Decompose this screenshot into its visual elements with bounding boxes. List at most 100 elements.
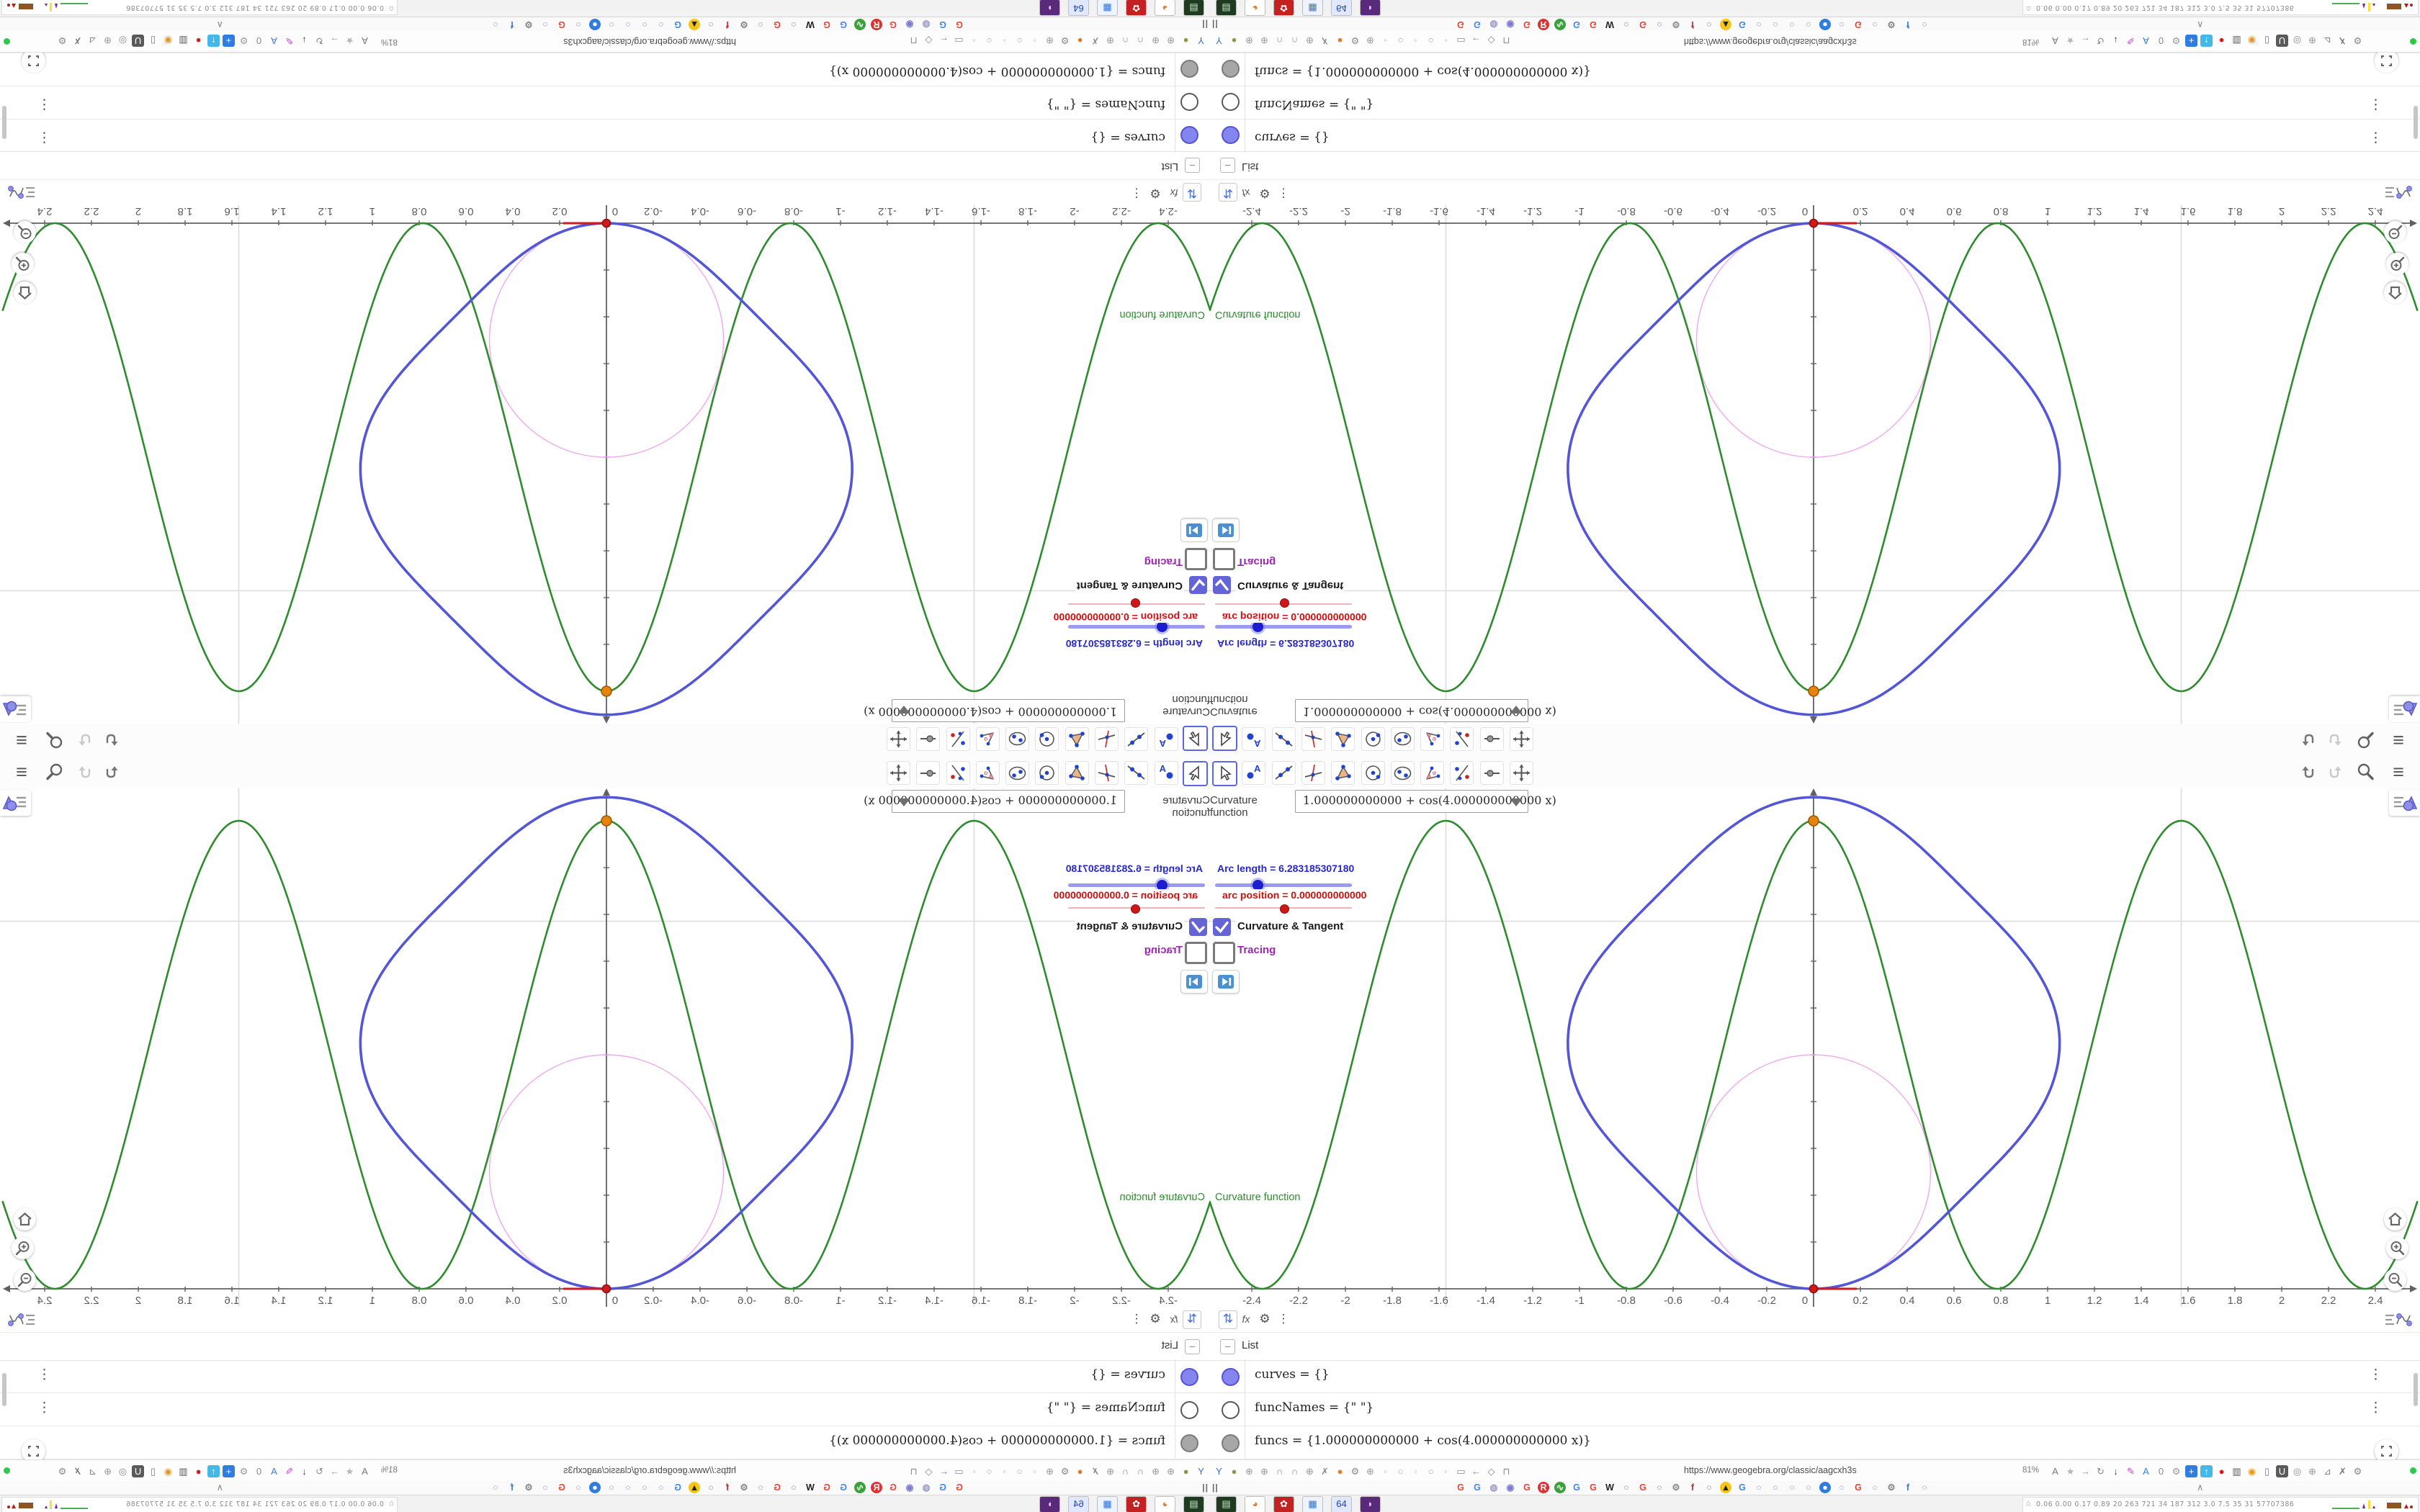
extension-icon[interactable]: A	[268, 35, 280, 48]
browser-icon[interactable]: ⊕	[1150, 35, 1162, 48]
browser-icon[interactable]: ⊓	[1500, 35, 1512, 48]
algebra-row[interactable]: curves = {} ⋮	[0, 119, 1210, 153]
browser-icon[interactable]: ⊕	[1304, 35, 1316, 48]
taskbar-app-button[interactable]: 64	[1068, 0, 1089, 16]
algebra-row[interactable]: funcs = {1.000000000000 + cos(4.00000000…	[0, 1426, 1210, 1459]
taskbar-app-button[interactable]: ◗	[1360, 1496, 1381, 1512]
bookmark-favicon[interactable]: f	[1687, 1482, 1698, 1493]
browser-icon[interactable]: ⊕	[1304, 1465, 1316, 1477]
bookmark-favicon[interactable]: G	[672, 19, 684, 30]
bookmark-favicons[interactable]: G G ◍ ◉ G R ∿ G G W ○ G ○ ⚙ f ○ ▲ G ○ ○ ○ ○ ● ○ G ○ ⚙ f ○	[1455, 1482, 1930, 1493]
extension-icon[interactable]: ✗	[2336, 1465, 2349, 1477]
extension-icon[interactable]: ⊿	[86, 35, 99, 48]
browser-left-icons[interactable]: Y ● ⊕ ⊕ ∩ ∩ ⊕ ✗ ● ⚙ ⊕ ◦ ○ ◦ ○ ◦ ▭ ← ◇ ⊓	[1213, 30, 1512, 52]
bookmark-favicon[interactable]: ○	[573, 19, 584, 30]
bookmark-favicon[interactable]: G	[838, 19, 849, 30]
search-icon[interactable]	[45, 762, 65, 782]
tool-reflect[interactable]	[1450, 727, 1474, 751]
zoom-out-button[interactable]	[2384, 1269, 2406, 1291]
extension-icon[interactable]: ◉	[2246, 35, 2258, 48]
bookmark-favicon[interactable]: ◉	[1505, 19, 1516, 30]
browser-icon[interactable]: ⊕	[1165, 35, 1177, 48]
extension-icon[interactable]: ▯	[147, 35, 159, 48]
browser-icon[interactable]: ⊓	[1500, 1465, 1512, 1477]
extension-icon[interactable]: ⚙	[56, 35, 68, 48]
gear-icon[interactable]: ⚙	[1147, 184, 1164, 202]
bookmarks-overflow-icon[interactable]: ∧	[2197, 1482, 2204, 1493]
search-icon[interactable]	[2355, 762, 2375, 782]
browser-icon[interactable]: ●	[1228, 35, 1240, 48]
bookmark-favicon[interactable]: G	[1736, 1482, 1748, 1493]
browser-icon[interactable]: ○	[983, 1465, 995, 1477]
browser-icon[interactable]: ←	[938, 1465, 950, 1477]
function-input-box[interactable]: 1.000000000000 + cos(4.000000000000 x)	[1295, 699, 1556, 722]
bookmark-favicon[interactable]: ◍	[920, 1482, 932, 1493]
browser-icon[interactable]: ✗	[1319, 35, 1331, 48]
extension-icons[interactable]: A ★ → ↻ ↓ ✎ A 0 ⚙ + ↑ ● ▥ ◉ ▯ U ◎ ⊕ ⊿ ✗ ⚙	[2049, 1460, 2364, 1482]
arc-length-slider[interactable]	[1068, 625, 1205, 629]
bookmark-favicon[interactable]: f	[722, 1482, 733, 1493]
bookmark-favicon[interactable]: W	[805, 1482, 816, 1493]
bookmark-favicon[interactable]: R	[871, 1482, 882, 1493]
extension-icon[interactable]: ⊿	[86, 1465, 99, 1477]
bookmark-favicon[interactable]: ○	[655, 1482, 667, 1493]
kebab-icon[interactable]: ⋮	[1275, 1310, 1292, 1328]
taskbar-app-button[interactable]: ◕	[1245, 0, 1265, 16]
tool-perpendicular[interactable]	[1095, 761, 1119, 785]
visibility-marble[interactable]	[1222, 1434, 1240, 1452]
kebab-icon[interactable]: ⋮	[1128, 184, 1145, 202]
browser-icon[interactable]: ←	[1470, 1465, 1482, 1477]
sort-icon[interactable]: ⇅	[1183, 183, 1201, 202]
browser-zoom-label[interactable]: 81%	[381, 1466, 398, 1475]
taskbar-app-button[interactable]: ✿	[1126, 1496, 1147, 1512]
home-button[interactable]	[2384, 1208, 2406, 1230]
tool-line[interactable]	[1124, 761, 1149, 785]
bookmark-favicon[interactable]: G	[1471, 19, 1483, 30]
tool-move-view[interactable]	[887, 727, 910, 751]
fx-icon[interactable]: fx	[1237, 1310, 1255, 1328]
bookmark-favicon[interactable]: ○	[1770, 1482, 1781, 1493]
bookmark-favicon[interactable]: G	[1852, 1482, 1864, 1493]
taskbar-app-button[interactable]: ◕	[1155, 0, 1175, 16]
redo-button[interactable]	[2323, 762, 2344, 782]
extension-icon[interactable]: ✎	[283, 1465, 295, 1477]
bookmark-favicon[interactable]: ⚙	[1670, 19, 1682, 30]
zoom-in-button[interactable]	[2386, 253, 2408, 275]
tool-slider[interactable]	[916, 727, 941, 751]
undo-button[interactable]	[2300, 730, 2320, 750]
extension-icon[interactable]: ●	[192, 1465, 205, 1477]
bookmark-favicon[interactable]: R	[871, 19, 882, 30]
browser-icon[interactable]: ⚙	[1349, 35, 1361, 48]
browser-icon[interactable]: ▭	[1455, 35, 1467, 48]
tool-circle[interactable]	[1035, 727, 1059, 751]
bookmark-favicon[interactable]: G	[887, 19, 899, 30]
bookmark-favicon[interactable]: ▲	[1720, 1482, 1731, 1493]
browser-icon[interactable]: ✗	[1089, 35, 1101, 48]
tool-perpendicular[interactable]	[1095, 727, 1119, 751]
row-menu-kebab[interactable]: ⋮	[37, 1400, 51, 1416]
browser-icon[interactable]: Y	[1213, 35, 1225, 48]
bookmark-favicon[interactable]: ○	[639, 1482, 650, 1493]
extension-icon[interactable]: A	[2140, 1465, 2152, 1477]
dropdown-caret-icon[interactable]	[1510, 798, 1523, 806]
bookmark-favicon[interactable]: f	[506, 19, 518, 30]
visibility-marble[interactable]	[1180, 126, 1198, 144]
bookmark-favicon[interactable]: ●	[1819, 1482, 1831, 1493]
bookmark-favicon[interactable]: G	[937, 19, 949, 30]
browser-icon[interactable]: ○	[1394, 35, 1407, 48]
browser-icon[interactable]: ●	[1074, 1465, 1086, 1477]
browser-icon[interactable]: ⊕	[1364, 1465, 1376, 1477]
bookmark-favicon[interactable]: ▲	[689, 19, 700, 30]
redo-button[interactable]	[76, 762, 97, 782]
tool-reflect[interactable]	[1450, 761, 1474, 785]
taskbar-app-button[interactable]: 64	[1331, 0, 1352, 16]
extension-icon[interactable]: →	[2079, 35, 2092, 48]
extension-icon[interactable]: ★	[344, 35, 356, 48]
extension-icon[interactable]: U	[2276, 35, 2288, 48]
browser-icon[interactable]: ⊕	[1104, 35, 1116, 48]
extension-icon[interactable]: ↻	[313, 35, 326, 48]
browser-icon[interactable]: ◦	[998, 1465, 1010, 1477]
tool-polygon[interactable]	[1065, 761, 1089, 785]
kebab-icon[interactable]: ⋮	[1128, 1310, 1145, 1328]
extension-icon[interactable]: ★	[344, 1465, 356, 1477]
